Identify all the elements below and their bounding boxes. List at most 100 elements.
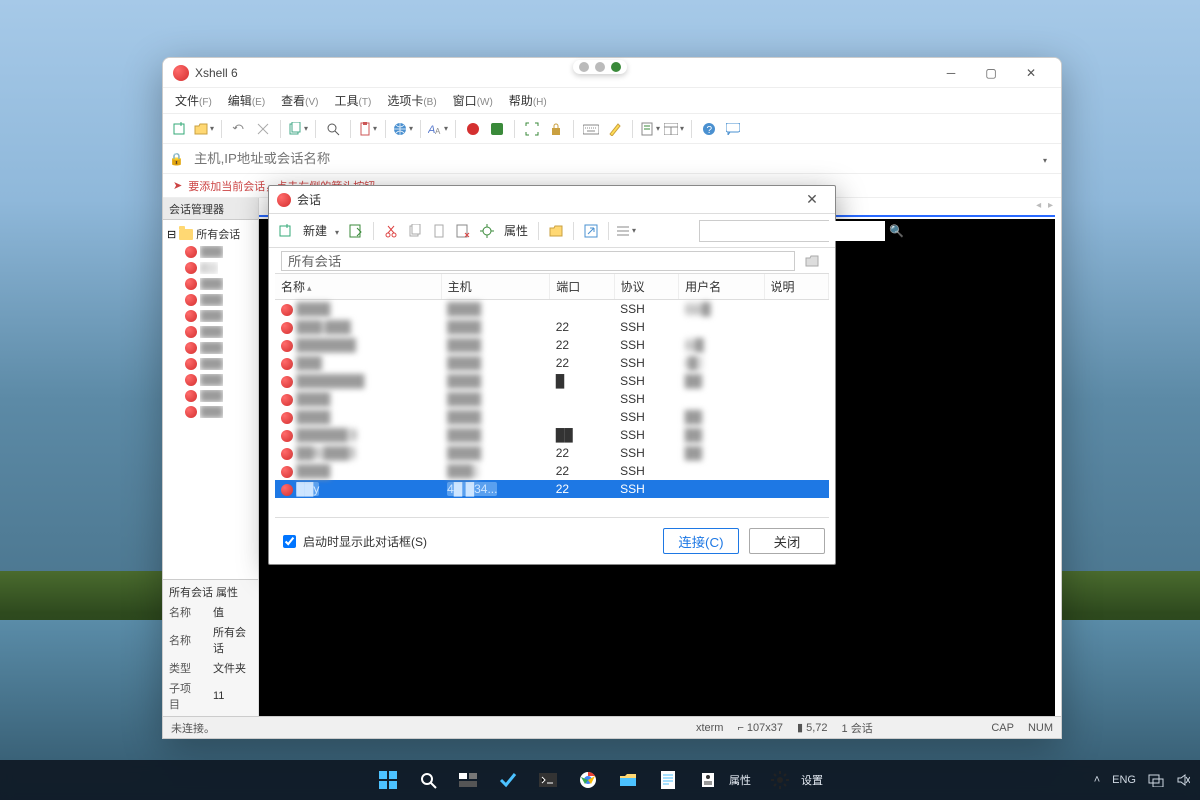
start-icon[interactable] (371, 763, 405, 797)
col-desc[interactable]: 说明 (764, 274, 829, 300)
shortcut-icon[interactable] (580, 220, 602, 242)
minimize-button[interactable]: ─ (931, 59, 971, 87)
xshell-ball-icon[interactable] (462, 118, 484, 140)
chevron-up-icon[interactable]: ˄ (1094, 774, 1100, 786)
menu-查看[interactable]: 查看(V) (275, 89, 324, 112)
cut-icon[interactable] (380, 220, 402, 242)
edit-icon[interactable] (345, 220, 367, 242)
find-icon[interactable] (322, 118, 344, 140)
tree-session[interactable]: ███ (167, 404, 254, 420)
search-input[interactable] (700, 221, 885, 241)
view-mode-icon[interactable] (615, 220, 637, 242)
address-dropdown[interactable] (1041, 152, 1055, 166)
dialog-close-icon[interactable]: ✕ (797, 191, 827, 208)
table-row[interactable]: ██6.███3████22SSH██ (275, 444, 829, 462)
table-row[interactable]: ██████ 9██████SSH██ (275, 426, 829, 444)
props-icon[interactable] (691, 763, 725, 797)
col-port[interactable]: 端口 (550, 274, 614, 300)
tree-session[interactable]: ███ (167, 308, 254, 324)
tree-session[interactable]: ███ (167, 372, 254, 388)
settings-icon[interactable] (763, 763, 797, 797)
new-session-icon[interactable] (169, 118, 191, 140)
table-row[interactable]: ████████SSH (275, 390, 829, 408)
menu-选项卡[interactable]: 选项卡(B) (381, 89, 442, 112)
close-button[interactable]: 关闭 (749, 528, 825, 554)
props-icon-label: 属性 (729, 772, 751, 788)
tree-session[interactable]: ███ (167, 276, 254, 292)
tree-root[interactable]: ⊟ 所有会话 (167, 224, 254, 244)
help-icon[interactable]: ? (698, 118, 720, 140)
tree-session[interactable]: ███ (167, 340, 254, 356)
menu-文件[interactable]: 文件(F) (169, 89, 218, 112)
menu-帮助[interactable]: 帮助(H) (503, 89, 553, 112)
address-input[interactable] (190, 148, 1035, 170)
paste-icon[interactable] (428, 220, 450, 242)
table-row[interactable]: █████████████SSH██ (275, 372, 829, 390)
close-button[interactable]: ✕ (1011, 59, 1051, 87)
props-icon[interactable] (476, 220, 498, 242)
path-input[interactable] (281, 251, 795, 271)
col-proto[interactable]: 协议 (614, 274, 678, 300)
session-tree[interactable]: ⊟ 所有会话 ███2███████████████████████████ (163, 220, 258, 579)
terminal-icon[interactable] (531, 763, 565, 797)
copy-icon[interactable] (404, 220, 426, 242)
lock-icon[interactable] (545, 118, 567, 140)
col-name[interactable]: 名称▴ (275, 274, 441, 300)
feedback-icon[interactable] (722, 118, 744, 140)
tree-session[interactable]: ███ (167, 244, 254, 260)
window-snap-overlay[interactable] (573, 60, 627, 74)
delete-icon[interactable] (452, 220, 474, 242)
open-icon[interactable] (193, 118, 215, 140)
tray-lang[interactable]: ENG (1112, 774, 1136, 786)
maximize-button[interactable]: ▢ (971, 59, 1011, 87)
table-row[interactable]: ████████SSH██ (275, 408, 829, 426)
explorer-icon[interactable] (611, 763, 645, 797)
tree-session[interactable]: 2 (167, 260, 254, 276)
search-icon[interactable]: 🔍 (885, 224, 908, 238)
startup-checkbox[interactable]: 启动时显示此对话框(S) (279, 532, 427, 551)
copy-icon[interactable] (287, 118, 309, 140)
check-icon[interactable] (491, 763, 525, 797)
network-icon[interactable] (1148, 773, 1164, 787)
notes-icon[interactable] (651, 763, 685, 797)
col-host[interactable]: 主机 (441, 274, 550, 300)
table-row[interactable]: ███.███████22SSH (275, 318, 829, 336)
globe-icon[interactable] (392, 118, 414, 140)
menu-工具[interactable]: 工具(T) (329, 89, 378, 112)
table-row[interactable]: ███████████22SSHro█ (275, 336, 829, 354)
tree-session[interactable]: ███ (167, 388, 254, 404)
up-folder-icon[interactable] (801, 250, 823, 272)
search-icon[interactable] (411, 763, 445, 797)
volume-icon[interactable] (1176, 773, 1190, 787)
sessions-grid[interactable]: 名称▴ 主机 端口 协议 用户名 说明 ████████SSHroo█ ███.… (275, 274, 829, 518)
col-user[interactable]: 用户名 (679, 274, 764, 300)
font-icon[interactable]: AA (427, 118, 449, 140)
table-row[interactable]: ███████22SSHr█ (275, 354, 829, 372)
table-row[interactable]: ████████SSHroo█ (275, 300, 829, 319)
tree-session[interactable]: ███ (167, 292, 254, 308)
new-dropdown[interactable] (333, 224, 343, 238)
table-row[interactable]: ██y4█ █34...22SSH (275, 480, 829, 498)
reconnect-icon[interactable] (228, 118, 250, 140)
disconnect-icon[interactable] (252, 118, 274, 140)
script-icon[interactable] (639, 118, 661, 140)
taskview-icon[interactable] (451, 763, 485, 797)
table-row[interactable]: ███████..22SSH (275, 462, 829, 480)
fullscreen-icon[interactable] (521, 118, 543, 140)
tree-session[interactable]: ███ (167, 324, 254, 340)
startup-checkbox-input[interactable] (283, 535, 296, 548)
menu-编辑[interactable]: 编辑(E) (222, 89, 271, 112)
props-button[interactable]: 属性 (500, 222, 532, 239)
new-session-icon[interactable] (275, 220, 297, 242)
chrome-icon[interactable] (571, 763, 605, 797)
connect-button[interactable]: 连接(C) (663, 528, 739, 554)
new-folder-icon[interactable] (545, 220, 567, 242)
keyboard-icon[interactable] (580, 118, 602, 140)
menu-窗口[interactable]: 窗口(W) (447, 89, 499, 112)
tree-session[interactable]: ███ (167, 356, 254, 372)
layout-icon[interactable] (663, 118, 685, 140)
paste-icon[interactable] (357, 118, 379, 140)
highlight-icon[interactable] (604, 118, 626, 140)
new-button[interactable]: 新建 (299, 222, 331, 239)
xftp-icon[interactable] (486, 118, 508, 140)
